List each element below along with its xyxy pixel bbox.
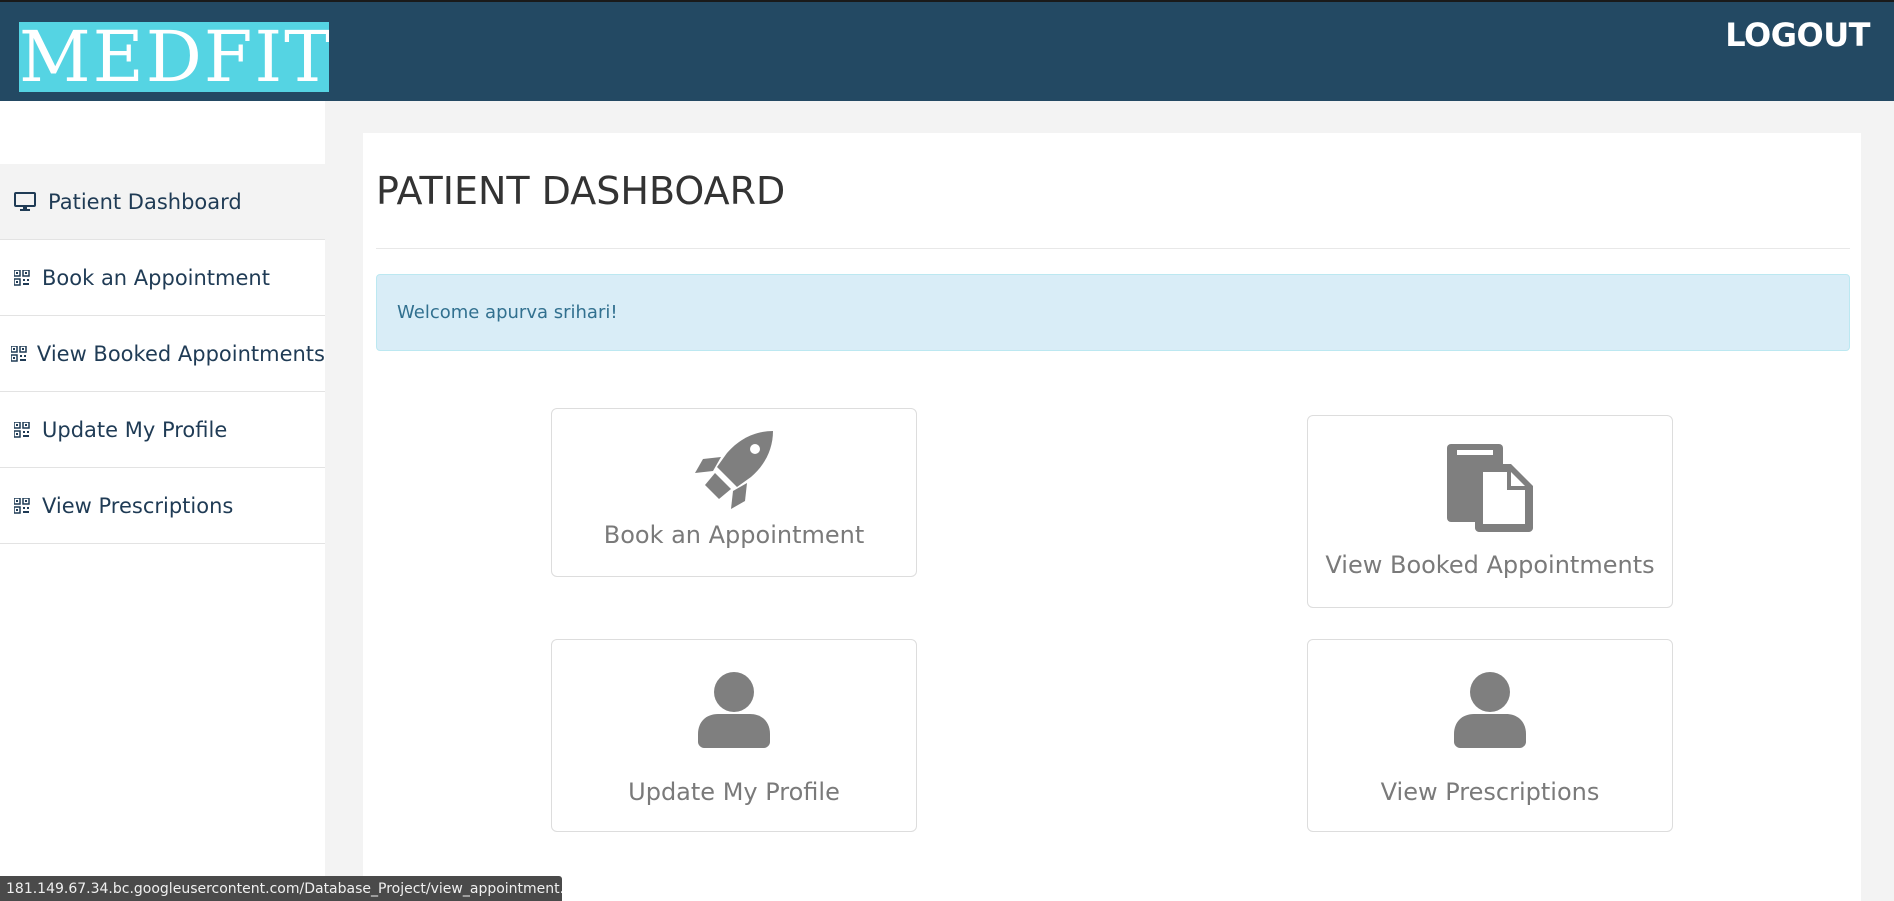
grid-icon [2,345,37,362]
update-profile-card[interactable]: Update My Profile [551,639,917,832]
status-url: 181.149.67.34.bc.googleusercontent.com/D… [6,880,562,897]
sidebar-item-patient-dashboard[interactable]: Patient Dashboard [0,164,325,240]
book-appointment-card[interactable]: Book an Appointment [551,408,917,577]
view-booked-appointments-card[interactable]: View Booked Appointments [1307,415,1673,608]
welcome-message: Welcome apurva srihari! [397,302,618,323]
view-prescriptions-card[interactable]: View Prescriptions [1307,639,1673,832]
sidebar-item-label: Update My Profile [42,417,228,442]
sidebar-item-view-prescriptions[interactable]: View Prescriptions [0,468,325,544]
grid-icon [2,497,42,514]
main-panel: PATIENT DASHBOARD Welcome apurva srihari… [363,133,1861,901]
sidebar-item-label: View Prescriptions [42,493,234,518]
documents-icon [1308,442,1672,532]
grid-icon [2,421,42,438]
sidebar-item-book-appointment[interactable]: Book an Appointment [0,240,325,316]
sidebar-item-update-profile[interactable]: Update My Profile [0,392,325,468]
sidebar-item-label: Book an Appointment [42,265,270,290]
card-label: Book an Appointment [603,521,865,549]
medfit-logo[interactable]: MEDFIT [19,22,329,92]
card-label: View Prescriptions [1380,778,1600,806]
user-icon [1308,672,1672,748]
page-title: PATIENT DASHBOARD [376,169,786,213]
top-bar: MEDFIT LOGOUT [0,0,1894,101]
grid-icon [2,269,42,286]
welcome-alert: Welcome apurva srihari! [376,274,1850,351]
rocket-icon [552,429,916,511]
sidebar: Patient Dashboard Book an Appointment Vi… [0,101,325,901]
sidebar-item-label: Patient Dashboard [48,189,242,214]
sidebar-item-view-booked-appointments[interactable]: View Booked Appointments [0,316,325,392]
logout-button[interactable]: LOGOUT [1725,16,1870,54]
divider [376,248,1850,249]
user-icon [552,672,916,748]
card-label: View Booked Appointments [1325,551,1655,579]
desktop-icon [2,191,48,212]
sidebar-item-label: View Booked Appointments [36,341,325,366]
browser-status-bar: 181.149.67.34.bc.googleusercontent.com/D… [0,876,562,901]
card-label: Update My Profile [628,778,840,806]
